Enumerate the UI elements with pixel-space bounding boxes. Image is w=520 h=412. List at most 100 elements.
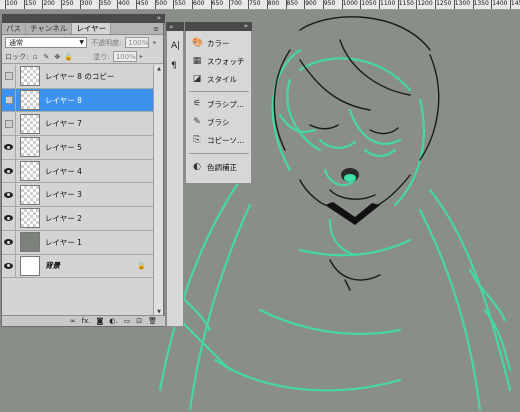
dock-item-brush[interactable]: ✎ ブラシ — [186, 114, 252, 130]
layer-row[interactable]: レイヤー 7 — [2, 112, 154, 137]
adjustment-icon[interactable]: ◐. — [109, 316, 117, 326]
expand-icon[interactable]: « — [166, 23, 173, 31]
ruler-label: 1100 — [380, 0, 396, 7]
layer-name[interactable]: レイヤー 2 — [45, 213, 82, 224]
panel-titlebar[interactable]: » — [2, 14, 165, 23]
ruler-label: 800 — [267, 0, 280, 7]
eye-icon — [4, 215, 13, 222]
ruler-tick — [5, 0, 6, 9]
tab-paths[interactable]: パス — [2, 23, 26, 34]
link-icon[interactable]: ∞ — [70, 316, 76, 326]
layer-name[interactable]: レイヤー 5 — [45, 142, 82, 153]
dock-separator — [189, 153, 249, 154]
strip-titlebar[interactable]: « — [166, 22, 184, 31]
panel-menu-icon[interactable]: ≡ — [149, 23, 163, 34]
ruler-tick — [23, 0, 25, 9]
visibility-toggle[interactable] — [2, 65, 16, 88]
fill-field[interactable]: 100% — [112, 51, 137, 62]
collapse-icon[interactable]: » — [157, 14, 161, 23]
fx-icon[interactable]: fx. — [82, 316, 91, 326]
lock-move-icon[interactable]: ✥ — [53, 53, 61, 61]
layer-row[interactable]: レイヤー 8 のコピー — [2, 65, 154, 89]
layer-row[interactable]: レイヤー 2 — [2, 207, 154, 231]
layer-thumbnail[interactable] — [20, 137, 40, 158]
layers-panel: » パス チャンネル レイヤー ≡ 通常 ▼ 不透明度: 100% ▸ ロック:… — [1, 14, 165, 327]
layer-row[interactable]: レイヤー 8 — [2, 88, 154, 113]
ruler-tick — [304, 0, 306, 9]
dock-item-label: ブラシプ... — [207, 99, 245, 109]
character-icon[interactable]: A| — [171, 41, 180, 51]
dock-item-clone-source[interactable]: ⎘ コピーソ... — [186, 132, 252, 148]
fill-arrow-icon[interactable]: ▸ — [140, 53, 143, 60]
layer-name[interactable]: レイヤー 1 — [45, 237, 82, 248]
ruler-tick — [472, 0, 474, 9]
tab-channels[interactable]: チャンネル — [26, 23, 73, 34]
dock-collapse-icon[interactable]: » — [244, 22, 248, 31]
visibility-toggle[interactable] — [2, 254, 16, 278]
dock-item-palette[interactable]: 🎨 カラー — [186, 35, 252, 51]
layer-thumbnail[interactable] — [20, 90, 40, 111]
horizontal-ruler: 100 150 200 250 300 350 400 450 500 550 600 650 700 7… — [0, 0, 520, 10]
opacity-arrow-icon[interactable]: ▸ — [153, 39, 156, 46]
visibility-toggle[interactable] — [2, 159, 16, 183]
dock-item-styles[interactable]: ◪ スタイル — [186, 71, 252, 87]
dock-item-label: スタイル — [207, 74, 237, 84]
layers-scrollbar[interactable]: ▲ ▼ — [153, 65, 163, 317]
layer-thumbnail[interactable] — [20, 161, 40, 182]
dock-item-swatches[interactable]: ▦ スウォッチ — [186, 53, 252, 69]
trash-icon[interactable]: 🗑 — [148, 316, 157, 326]
layer-name[interactable]: 背景 — [45, 260, 60, 271]
scroll-up-icon[interactable]: ▲ — [154, 65, 164, 74]
adjustments-icon: ◐ — [193, 162, 201, 172]
dock-item-adjustments[interactable]: ◐ 色調補正 — [186, 159, 252, 175]
lock-all-icon[interactable]: 🔒 — [64, 53, 73, 61]
visibility-toggle[interactable] — [2, 88, 16, 112]
layer-thumbnail[interactable] — [20, 184, 40, 205]
ruler-label: 550 — [174, 0, 186, 7]
layer-row[interactable]: レイヤー 3 — [2, 183, 154, 208]
layer-name[interactable]: レイヤー 4 — [45, 166, 82, 177]
visibility-toggle[interactable] — [2, 207, 16, 230]
styles-icon: ◪ — [192, 74, 202, 84]
ruler-label: 1300 — [454, 0, 471, 7]
ruler-tick — [509, 0, 511, 9]
ruler-tick — [117, 0, 119, 9]
eye-icon — [4, 191, 13, 198]
layer-name[interactable]: レイヤー 7 — [45, 118, 82, 129]
visibility-toggle[interactable] — [2, 183, 16, 207]
layer-thumbnail[interactable] — [20, 255, 40, 276]
ruler-label: 600 — [193, 0, 205, 7]
layer-name[interactable]: レイヤー 8 のコピー — [45, 71, 114, 82]
opacity-field[interactable]: 100% — [125, 37, 150, 48]
layer-row[interactable]: レイヤー 5 — [2, 136, 154, 160]
layer-thumbnail[interactable] — [20, 232, 40, 253]
ruler-tick — [229, 0, 231, 9]
dock-titlebar[interactable]: » — [185, 22, 252, 31]
visibility-toggle[interactable] — [2, 112, 16, 136]
layer-thumbnail[interactable] — [20, 66, 40, 87]
layer-name[interactable]: レイヤー 3 — [45, 189, 82, 200]
visibility-toggle[interactable] — [2, 136, 16, 159]
visibility-toggle[interactable] — [2, 230, 16, 254]
new-layer-icon[interactable]: ⊡ — [136, 316, 142, 326]
paragraph-icon[interactable]: ¶ — [171, 61, 177, 71]
layer-thumbnail[interactable] — [20, 208, 40, 229]
ruler-label: 1450 — [510, 0, 520, 7]
tab-layers[interactable]: レイヤー — [72, 23, 112, 34]
folder-icon[interactable]: ▭ — [124, 316, 131, 326]
panel-dock: 🎨 カラー ▦ スウォッチ ◪ スタイル ⚟ ブラシプ... ✎ ブラシ ⎘ コピーソ... ◐ 色調補正 — [185, 22, 252, 184]
layer-name[interactable]: レイヤー 8 — [45, 95, 82, 106]
lock-transparency-icon[interactable]: ▫ — [31, 53, 39, 61]
blend-mode-select[interactable]: 通常 ▼ — [5, 37, 87, 48]
dock-item-label: カラー — [207, 38, 230, 48]
dock-item-brush-presets[interactable]: ⚟ ブラシプ... — [186, 96, 252, 112]
layer-row[interactable]: レイヤー 4 — [2, 159, 154, 184]
hidden-box-icon — [4, 119, 13, 128]
mask-icon[interactable]: ◙ — [96, 316, 103, 326]
layer-thumbnail[interactable] — [20, 113, 40, 134]
layer-row[interactable]: レイヤー 1 — [2, 230, 154, 255]
brush-icon: ✎ — [193, 117, 201, 127]
layer-row[interactable]: 背景 🔒 — [2, 254, 154, 279]
lock-paint-icon[interactable]: ✎ — [42, 53, 50, 61]
ruler-label: 150 — [24, 0, 37, 7]
